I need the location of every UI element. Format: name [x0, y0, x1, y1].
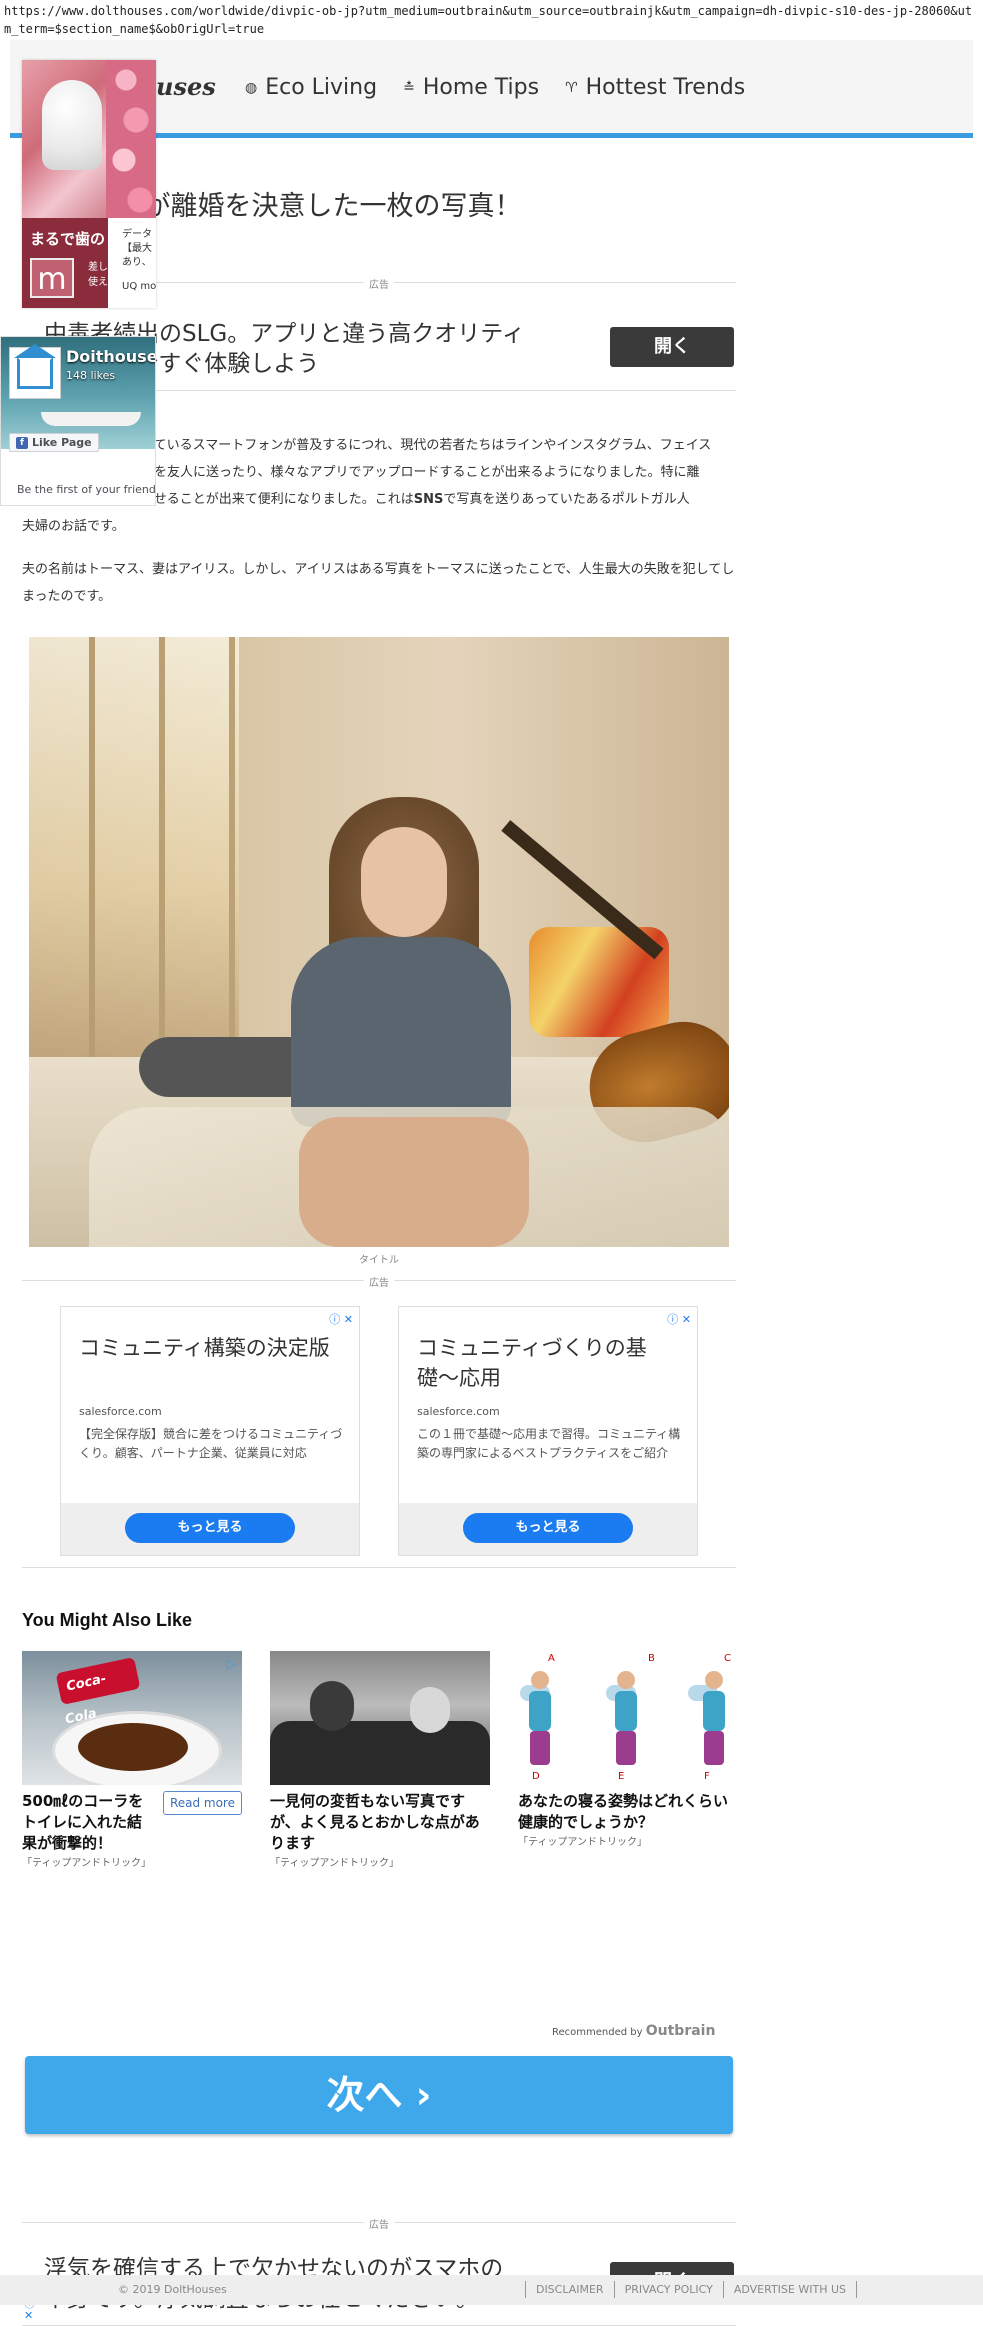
recommendation-source: 「ティップアンドトリック」 [22, 1858, 151, 1869]
trophy-icon: ♈ [565, 79, 578, 96]
nav-label: Hottest Trends [585, 75, 746, 100]
copyright: © 2019 DoltHouses [118, 2283, 227, 2296]
recommendation-item[interactable]: A B C D E F あなたの寝る姿勢はどれくらい健康的でしょうか？ 「ティッ… [518, 1651, 738, 1848]
facebook-icon: f [16, 436, 28, 449]
popup-ad-headline[interactable]: まるで歯の [22, 218, 108, 249]
ad-description: この１冊で基礎〜応用まで習得。コミュニティ構築の専門家によるベストプラクティスを… [417, 1427, 681, 1460]
house-icon [14, 344, 56, 389]
article-photo [29, 637, 729, 1247]
ad-domain: salesforce.com [417, 1405, 500, 1418]
facebook-cover[interactable]: Doithouses 148 likes f Like Page [1, 337, 155, 452]
page-logo[interactable] [9, 344, 61, 399]
outbrain-logo: Outbrain [645, 2023, 716, 2039]
recommendation-item[interactable]: Coca-Cola ▷ 500㎖のコーラをトイレに入れた結果が衝撃的！ 「ティッ… [22, 1651, 242, 1869]
popup-ad[interactable]: まるで歯の m 差し 使え データ 【最大 あり、 UQ mo [22, 60, 156, 308]
nav-item-hottest-trends[interactable]: ♈ Hottest Trends [565, 75, 745, 100]
ad-description: 【完全保存版】競合に差をつけるコミュニティづくり。顧客、パートナ企業、従業員に対… [79, 1427, 343, 1460]
pose-letter: A [548, 1653, 555, 1664]
address-url[interactable]: https://www.dolthouses.com/worldwide/div… [0, 0, 983, 40]
recommendation-source: 「ティップアンドトリック」 [518, 1837, 647, 1848]
recommendation-title[interactable]: 500㎖のコーラをトイレに入れた結果が衝撃的！ [22, 1791, 152, 1854]
popup-ad-text-line: 使え [88, 277, 108, 288]
pose-letter: B [648, 1653, 655, 1664]
recommendation-thumbnail[interactable]: A B C D E F [518, 1651, 738, 1785]
popup-ad-advertiser: UQ mo [122, 281, 156, 292]
home-tips-icon: ≛ [403, 79, 415, 96]
popup-ad-side-text: データ 【最大 あり、 UQ mo [122, 228, 156, 294]
like-page-label: Like Page [32, 436, 92, 449]
native-ads: ⓘ ✕ コミュニティ構築の決定版 salesforce.com 【完全保存版】競… [22, 1288, 736, 1568]
adchoices-icon[interactable]: ⓘ ✕ [329, 1311, 353, 1327]
read-more-button[interactable]: Read more [162, 1791, 242, 1815]
globe-icon: ◍ [245, 79, 258, 96]
popup-ad-image[interactable] [22, 60, 156, 218]
pose-letter: D [532, 1771, 540, 1782]
popup-ad-text-line: あり、 [122, 257, 152, 268]
recommendation-title[interactable]: 一見何の変哲もない写真ですが、よく見るとおかしな点があります [270, 1791, 490, 1854]
popup-ad-text-line: データ [122, 229, 152, 240]
paragraph-text: で写真を送りあっていたあるポルトガル人 [443, 492, 690, 507]
advertiser-logo: m [30, 258, 74, 298]
recommendation-item[interactable]: 一見何の変哲もない写真ですが、よく見るとおかしな点があります 「ティップアンドト… [270, 1651, 490, 1869]
facebook-like-count: 148 likes [66, 369, 116, 382]
popup-ad-text-line: 差し [88, 262, 108, 273]
facebook-friends-text: Be the first of your friends [17, 483, 156, 496]
photo-caption: タイトル [359, 1255, 399, 1266]
see-more-button[interactable]: もっと見る [463, 1513, 633, 1543]
next-page-button[interactable]: 次へ › [25, 2056, 733, 2134]
native-ad[interactable]: ⓘ ✕ コミュニティ構築の決定版 salesforce.com 【完全保存版】競… [60, 1306, 360, 1556]
pose-letter: C [724, 1653, 731, 1664]
nav-item-home-tips[interactable]: ≛ Home Tips [403, 75, 539, 100]
nav-item-eco-living[interactable]: ◍ Eco Living [245, 75, 377, 100]
paragraph-line: 夫婦のお話です。 [22, 519, 125, 534]
ad-footer: もっと見る [61, 1503, 359, 1555]
footer-link-disclaimer[interactable]: DISCLAIMER [524, 2281, 614, 2298]
article-paragraph-2: 夫の名前はトーマス、妻はアイリス。しかし、アイリスはある写真をトーマスに送ったこ… [22, 562, 735, 604]
ad-headline[interactable]: コミュニティ構築の決定版 [79, 1333, 349, 1363]
recommended-by[interactable]: Recommended by Outbrain [552, 2023, 715, 2039]
ad-label: 広告 [22, 1274, 736, 1289]
footer-link-advertise[interactable]: ADVERTISE WITH US [722, 2281, 857, 2298]
nav-label: Home Tips [422, 75, 540, 100]
native-ad[interactable]: ⓘ ✕ コミュニティづくりの基礎〜応用 salesforce.com この１冊で… [398, 1306, 698, 1556]
ad-headline[interactable]: コミュニティづくりの基礎〜応用 [417, 1333, 687, 1393]
popup-ad-text-line: 【最大 [122, 243, 152, 254]
footer-links: DISCLAIMER PRIVACY POLICY ADVERTISE WITH… [524, 2281, 857, 2298]
ad-marker-icon: ▷ [226, 1657, 236, 1671]
footer-link-privacy-policy[interactable]: PRIVACY POLICY [613, 2281, 723, 2298]
ad-footer: もっと見る [399, 1503, 697, 1555]
adchoices-icon[interactable]: ⓘ ✕ [667, 1311, 691, 1327]
see-more-button[interactable]: もっと見る [125, 1513, 295, 1543]
recommended-by-label: Recommended by [552, 2027, 643, 2038]
you-might-also-like-heading: You Might Also Like [22, 1610, 192, 1630]
recommendation-source: 「ティップアンドトリック」 [270, 1858, 399, 1869]
recommendation-thumbnail[interactable] [270, 1651, 490, 1785]
ad-label: 広告 [22, 2216, 736, 2231]
popup-ad-bottom-text: 差し 使え [88, 260, 108, 290]
paragraph-bold: SNS [413, 492, 444, 507]
pose-letter: E [618, 1771, 625, 1782]
recommendation-thumbnail[interactable]: Coca-Cola ▷ [22, 1651, 242, 1785]
facebook-page-name[interactable]: Doithouses [66, 347, 155, 366]
recommendation-title[interactable]: あなたの寝る姿勢はどれくらい健康的でしょうか？ [518, 1791, 738, 1833]
main-nav: ◍ Eco Living ≛ Home Tips ♈ Hottest Trend… [245, 75, 745, 100]
facebook-page-widget: Doithouses 148 likes f Like Page Be the … [0, 336, 156, 506]
ad-domain: salesforce.com [79, 1405, 162, 1418]
nav-label: Eco Living [265, 75, 378, 100]
site-footer: © 2019 DoltHouses DISCLAIMER PRIVACY POL… [0, 2275, 983, 2305]
like-page-button[interactable]: f Like Page [9, 433, 99, 452]
pose-letter: F [704, 1771, 710, 1782]
open-button[interactable]: 開く [610, 327, 734, 367]
